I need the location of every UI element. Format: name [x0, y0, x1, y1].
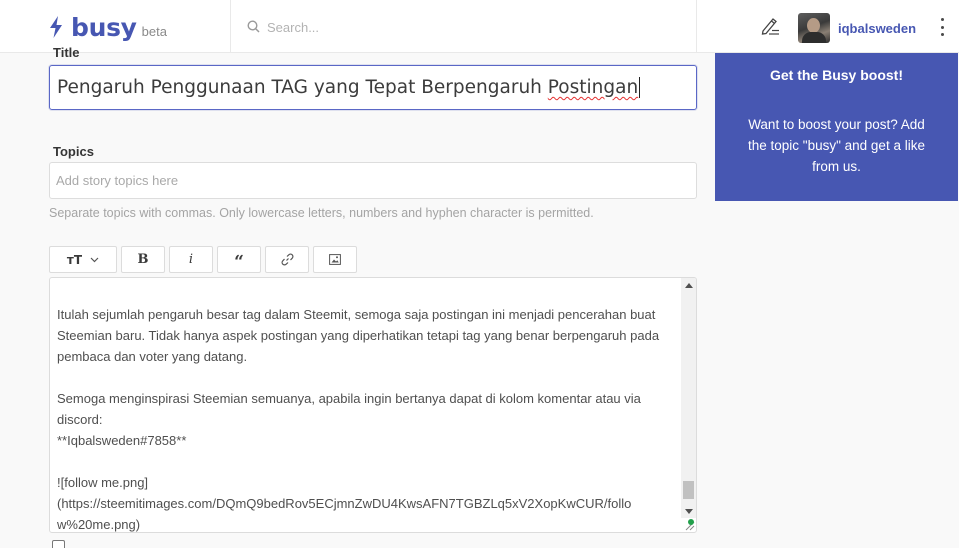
editor-line: Itulah sejumlah pengaruh besar tag dalam… — [57, 307, 656, 322]
heading-dropdown-button[interactable]: ᴛT — [49, 246, 117, 273]
busy-logo[interactable]: busy beta — [49, 13, 167, 42]
search-box — [230, 0, 697, 53]
boost-title: Get the Busy boost! — [769, 67, 903, 83]
scrollbar-thumb[interactable] — [683, 481, 694, 499]
editor-line: ![follow me.png] — [57, 475, 149, 490]
more-menu-icon[interactable] — [936, 18, 948, 36]
resize-handle-icon[interactable] — [682, 518, 695, 531]
link-button[interactable] — [265, 246, 309, 273]
topics-input[interactable] — [50, 163, 696, 198]
italic-button[interactable]: i — [169, 246, 213, 273]
editor-line: discord: — [57, 412, 103, 427]
editor-line: w%20me.png) — [57, 517, 141, 532]
beta-tag: beta — [141, 24, 167, 39]
write-post-icon[interactable] — [760, 17, 780, 35]
text-caret — [639, 77, 641, 99]
editor-line: **Iqbalsweden#7858** — [57, 433, 187, 448]
editor-scrollbar[interactable] — [681, 278, 696, 518]
bold-icon: B — [137, 252, 149, 267]
title-input[interactable]: Pengaruh Penggunaan TAG yang Tepat Berpe… — [49, 65, 697, 110]
username-link[interactable]: iqbalsweden — [838, 21, 916, 36]
quote-icon: “ — [234, 252, 244, 272]
title-text: Pengaruh Penggunaan TAG yang Tepat Berpe… — [57, 76, 548, 98]
quote-button[interactable]: “ — [217, 246, 261, 273]
editor-line: pembaca dan voter yang datang. — [57, 349, 248, 364]
image-icon — [329, 254, 341, 265]
post-body-editor[interactable]: Itulah sejumlah pengaruh besar tag dalam… — [49, 277, 697, 533]
search-input[interactable] — [267, 14, 677, 40]
scroll-down-arrow[interactable] — [685, 509, 693, 514]
top-navigation-bar: busy beta iqbalsweden — [0, 0, 959, 53]
editor-line: Steemian baru. Tidak hanya aspek posting… — [57, 328, 660, 343]
scroll-up-arrow[interactable] — [685, 283, 693, 288]
boost-description: Want to boost your post? Add the topic "… — [748, 117, 925, 174]
link-icon — [281, 253, 293, 266]
heading-icon: ᴛT — [66, 252, 83, 267]
topics-label: Topics — [53, 144, 94, 159]
italic-icon: i — [188, 252, 194, 267]
editor-line: (https://steemitimages.com/DQmQ9bedRov5E… — [57, 496, 632, 511]
chevron-down-icon — [90, 257, 99, 262]
logo-text: busy — [71, 13, 137, 42]
checkbox[interactable] — [52, 540, 65, 548]
topics-field[interactable] — [49, 162, 697, 199]
topics-hint: Separate topics with commas. Only lowerc… — [49, 206, 594, 220]
image-button[interactable] — [313, 246, 357, 273]
bold-button[interactable]: B — [121, 246, 165, 273]
post-body-text: Itulah sejumlah pengaruh besar tag dalam… — [57, 304, 681, 532]
user-avatar[interactable] — [798, 13, 830, 43]
title-misspelled-word: Postingan — [547, 76, 639, 98]
lightning-icon — [50, 16, 62, 38]
title-label: Title — [53, 46, 80, 58]
editor-toolbar: ᴛT B i “ — [49, 246, 357, 273]
busy-boost-card: Get the Busy boost! Want to boost your p… — [715, 53, 958, 201]
editor-line: Semoga menginspirasi Steemian semuanya, … — [57, 391, 641, 406]
search-icon — [247, 20, 260, 33]
